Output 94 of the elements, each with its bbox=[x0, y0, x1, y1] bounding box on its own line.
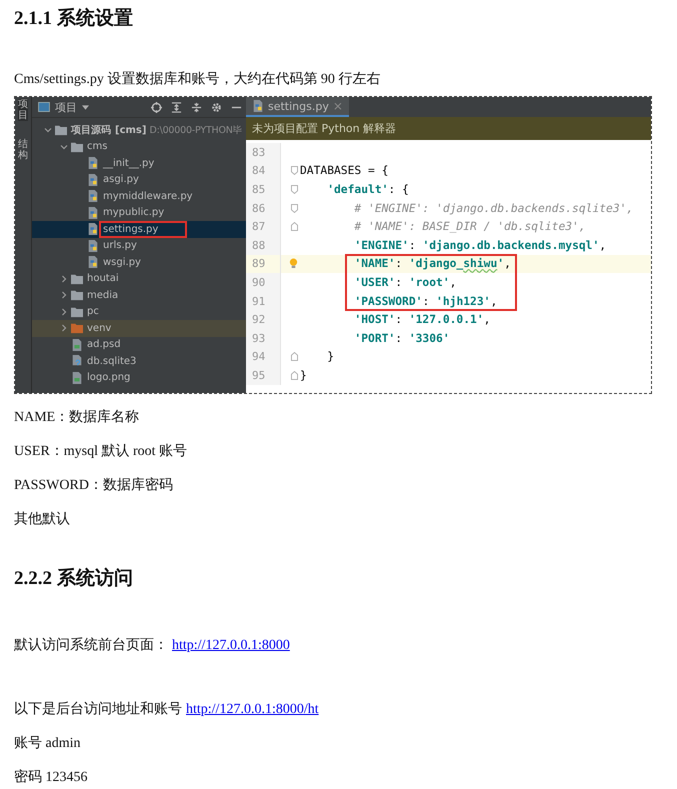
python-file-icon bbox=[87, 240, 99, 252]
settings-icon[interactable] bbox=[211, 102, 222, 112]
section-heading: 2.1.1 系统设置 bbox=[14, 6, 133, 31]
expand-all-icon[interactable] bbox=[171, 102, 182, 112]
line-number: 90 bbox=[246, 273, 280, 292]
paragraph: USER：mysql 默认 root 账号 bbox=[14, 442, 188, 461]
caret-icon[interactable] bbox=[82, 104, 89, 110]
side-tab[interactable]: 项目 bbox=[18, 99, 28, 121]
tree-item[interactable]: media bbox=[32, 287, 246, 304]
line-number: 84 bbox=[246, 162, 280, 180]
folder-icon bbox=[71, 272, 83, 285]
line-number: 85 bbox=[246, 180, 280, 199]
line-number: 87 bbox=[246, 217, 280, 236]
file-icon bbox=[71, 338, 83, 351]
tree-item[interactable]: settings.py bbox=[32, 221, 246, 238]
paragraph: PASSWORD：数据库密码 bbox=[14, 476, 173, 495]
paragraph: 账号 admin bbox=[14, 734, 80, 753]
tree-item[interactable]: wsgi.py bbox=[32, 254, 246, 270]
code-line: # 'ENGINE': 'django.db.backends.sqlite3', bbox=[353, 202, 634, 215]
paragraph: 默认访问系统前台页面： bbox=[14, 638, 168, 653]
file-tab[interactable]: settings.py × bbox=[246, 97, 349, 117]
fold-end-icon[interactable] bbox=[291, 352, 298, 362]
python-file-icon bbox=[87, 223, 99, 236]
python-file-icon bbox=[252, 100, 264, 112]
warning-banner: 未为项目配置 Python 解释器 bbox=[246, 117, 651, 140]
chevron-right-icon[interactable] bbox=[60, 324, 68, 332]
tree-item[interactable]: urls.py bbox=[32, 238, 246, 254]
unknown-file-icon bbox=[71, 355, 83, 368]
code-line: 'USER': 'root', bbox=[353, 276, 456, 289]
code-line: 'PASSWORD': 'hjh123', bbox=[353, 294, 498, 308]
tree-item[interactable]: __init__.py bbox=[32, 155, 246, 172]
tree-item[interactable]: asgi.py bbox=[32, 172, 246, 188]
tree-item[interactable]: venv bbox=[32, 320, 246, 336]
python-file-icon bbox=[87, 174, 99, 186]
fold-end-icon[interactable] bbox=[291, 370, 298, 380]
line-number: 88 bbox=[246, 236, 280, 255]
line-number: 92 bbox=[246, 310, 280, 329]
lightbulb-icon[interactable] bbox=[289, 258, 298, 270]
code-line: 'default': { bbox=[326, 182, 409, 196]
python-file-icon bbox=[87, 206, 99, 219]
panel-title[interactable]: 项目 bbox=[55, 100, 77, 114]
python-file-icon bbox=[87, 190, 99, 202]
code-line: } bbox=[326, 350, 334, 364]
tree-item[interactable]: mymiddleware.py bbox=[32, 188, 246, 204]
chevron-down-icon[interactable] bbox=[44, 126, 52, 134]
folder-icon bbox=[71, 140, 83, 153]
tree-item[interactable]: pc bbox=[32, 304, 246, 320]
code-line: 'HOST': '127.0.0.1', bbox=[353, 313, 490, 326]
folder-icon bbox=[55, 124, 67, 136]
tree-item[interactable]: cms bbox=[32, 138, 246, 155]
folder-icon bbox=[71, 322, 83, 334]
section-heading: 2.2.2 系统访问 bbox=[14, 566, 133, 591]
chevron-right-icon[interactable] bbox=[60, 291, 68, 300]
url-link[interactable]: http://127.0.0.1:8000/ht bbox=[186, 702, 319, 717]
folder-icon bbox=[71, 289, 83, 302]
code-line: 'NAME': 'django_shiwu', bbox=[353, 257, 511, 270]
code-line: DATABASES = { bbox=[300, 164, 388, 178]
line-number: 83 bbox=[246, 143, 280, 162]
chevron-right-icon[interactable] bbox=[60, 308, 68, 316]
folder-icon bbox=[71, 306, 83, 318]
python-file-icon bbox=[87, 157, 99, 170]
tree-item[interactable]: ad.psd bbox=[32, 336, 246, 353]
fold-end-icon[interactable] bbox=[291, 222, 298, 232]
file-icon bbox=[71, 372, 83, 384]
line-number: 91 bbox=[246, 292, 280, 310]
tree-item[interactable]: logo.png bbox=[32, 370, 246, 386]
code-line: 'PORT': '3306' bbox=[353, 332, 450, 345]
tree-item[interactable]: 项目源码 [cms] D:\00000-PYTHON毕 bbox=[32, 122, 246, 138]
tree-item[interactable]: houtai bbox=[32, 270, 246, 287]
python-file-icon bbox=[87, 256, 99, 268]
fold-icon[interactable] bbox=[291, 166, 298, 176]
chevron-down-icon[interactable] bbox=[60, 142, 68, 151]
window-icon bbox=[38, 102, 50, 112]
side-tab[interactable]: 结构 bbox=[18, 139, 28, 161]
tree-item[interactable]: db.sqlite3 bbox=[32, 353, 246, 370]
code-line: } bbox=[300, 368, 307, 382]
collapse-all-icon[interactable] bbox=[191, 102, 202, 112]
code-line: 'ENGINE': 'django.db.backends.mysql', bbox=[353, 238, 606, 252]
target-icon[interactable] bbox=[151, 102, 162, 112]
paragraph: 以下是后台访问地址和账号 bbox=[14, 702, 182, 717]
paragraph: Cms/settings.py 设置数据库和账号，大约在代码第 90 行左右 bbox=[14, 70, 380, 89]
fold-icon[interactable] bbox=[291, 204, 298, 213]
line-number: 86 bbox=[246, 198, 280, 218]
line-number: 93 bbox=[246, 328, 280, 348]
paragraph: 密码 123456 bbox=[14, 768, 88, 787]
paragraph: NAME：数据库名称 bbox=[14, 408, 140, 427]
paragraph: 其他默认 bbox=[14, 510, 70, 529]
url-link[interactable]: http://127.0.0.1:8000 bbox=[172, 638, 290, 653]
line-number: 95 bbox=[246, 366, 280, 385]
code-line: # 'NAME': BASE_DIR / 'db.sqlite3', bbox=[353, 220, 586, 234]
tree-item[interactable]: mypublic.py bbox=[32, 204, 246, 221]
line-number: 94 bbox=[246, 348, 280, 366]
fold-icon[interactable] bbox=[291, 184, 298, 194]
chevron-right-icon[interactable] bbox=[60, 274, 68, 283]
